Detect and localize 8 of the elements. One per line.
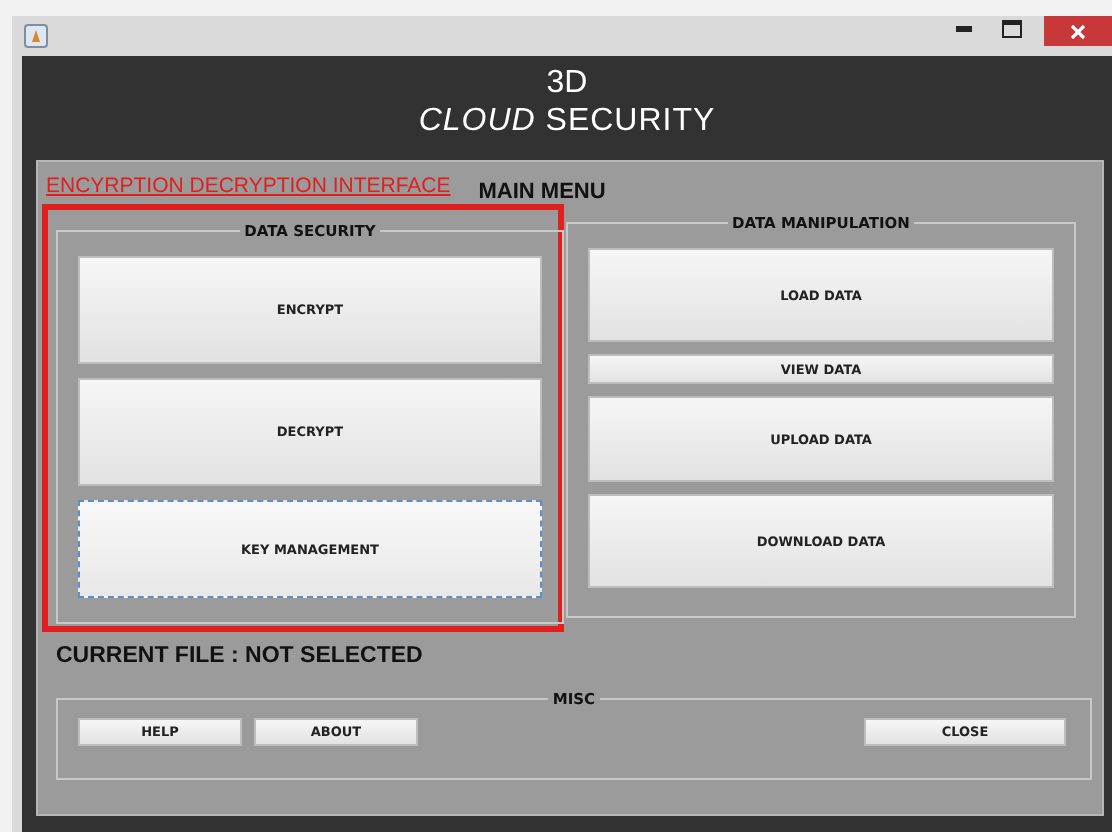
close-button[interactable] (1044, 16, 1112, 46)
app-icon (24, 24, 48, 48)
app-subtitle: CLOUD SECURITY (418, 102, 716, 142)
close-icon (1070, 23, 1086, 39)
menu-title: MAIN MENU (478, 180, 606, 204)
app-title: 3D (546, 64, 588, 102)
current-file-label: CURRENT FILE : NOT SELECTED (56, 644, 425, 668)
maximize-icon[interactable] (1002, 20, 1022, 38)
